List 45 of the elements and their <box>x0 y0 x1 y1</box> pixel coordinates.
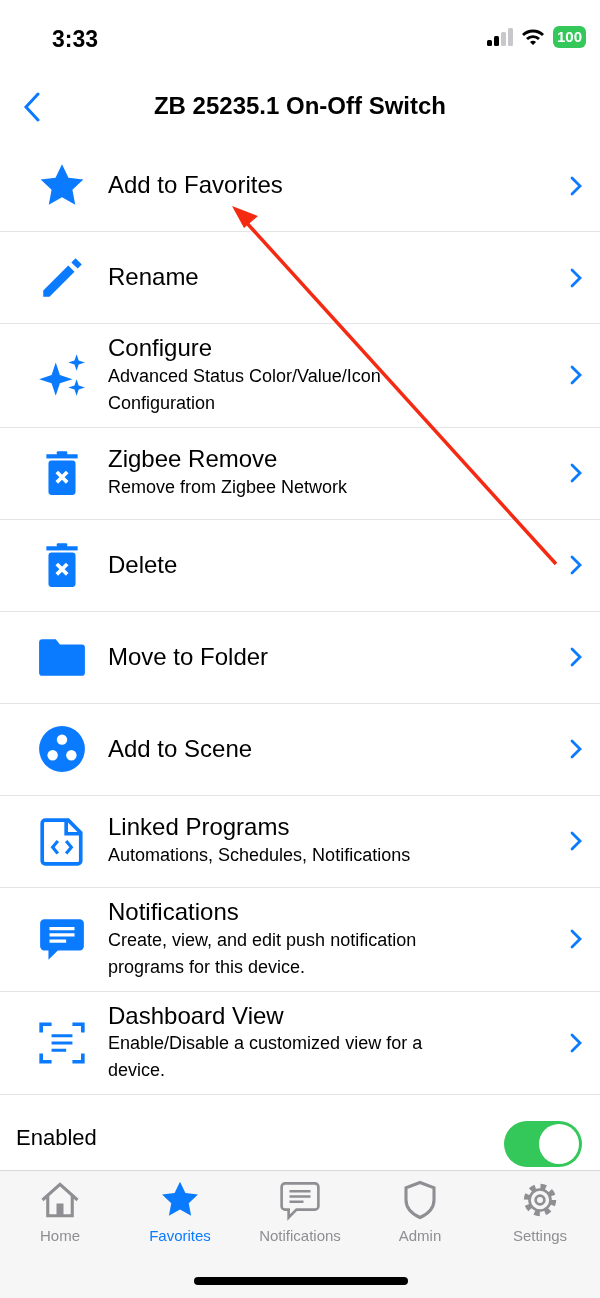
row-title: Configure <box>108 334 214 363</box>
row-subtitle: Enable/Disable a customized view for a device. <box>108 1032 424 1083</box>
row-title: Dashboard View <box>108 1001 285 1031</box>
chevron-icon <box>570 267 582 288</box>
menu-row[interactable]: Move to Folder <box>0 611 600 704</box>
chevron-icon <box>570 1033 582 1053</box>
menu-row[interactable]: Delete <box>0 519 600 612</box>
menu-row[interactable]: Rename <box>0 232 600 324</box>
circle-dots-icon <box>37 724 87 775</box>
menu-row[interactable]: Linked Programs Automations, Schedules, Notifications <box>0 795 600 888</box>
page-title: ZB 25235.1 On-Off Switch <box>153 91 447 121</box>
chevron-icon <box>570 647 582 668</box>
battery-level: 100 <box>552 26 586 48</box>
row-subtitle: Automations, Schedules, Notifications <box>108 844 412 868</box>
row-title: Notifications <box>108 897 240 927</box>
row-title: Add to Favorites <box>108 171 284 200</box>
row-subtitle: Remove from Zigbee Network <box>108 476 349 500</box>
chevron-icon <box>570 929 582 950</box>
status-time: 3:33 <box>52 25 99 54</box>
wifi-icon <box>520 28 545 46</box>
tab-item[interactable]: Favorites <box>120 1179 240 1298</box>
row-title: Zigbee Remove <box>108 445 279 475</box>
row-subtitle: Advanced Status Color/Value/Icon Configuration <box>108 364 382 415</box>
menu-row[interactable]: Configure Advanced Status Color/Value/Icon Configuration <box>0 324 600 428</box>
menu-row[interactable]: Add to Scene <box>0 703 600 796</box>
menu-row[interactable]: Dashboard View Enable/Disable a customized view for a device. <box>0 991 600 1096</box>
chat-icon <box>279 1179 321 1221</box>
enabled-toggle[interactable] <box>504 1121 582 1168</box>
signal-icon <box>486 28 513 46</box>
row-title: Add to Scene <box>108 734 254 764</box>
row-subtitle: Create, view, and edit push notification programs for this device. <box>108 928 418 979</box>
row-title: Rename <box>108 263 200 292</box>
menu-row[interactable]: Notifications Create, view, and edit push notification programs for this device. <box>0 887 600 992</box>
row-title: Delete <box>108 550 179 580</box>
chevron-icon <box>570 463 582 484</box>
chevron-icon <box>570 175 582 196</box>
back-icon[interactable] <box>22 92 42 122</box>
menu-row[interactable]: Zigbee Remove Remove from Zigbee Network <box>0 427 600 520</box>
chevron-icon <box>570 555 582 576</box>
chevron-icon <box>570 831 582 852</box>
row-title: Linked Programs <box>108 813 291 843</box>
row-title: Move to Folder <box>108 642 270 672</box>
chevron-icon <box>570 739 582 760</box>
chevron-icon <box>570 365 582 386</box>
enabled-label: Enabled <box>16 1124 97 1153</box>
